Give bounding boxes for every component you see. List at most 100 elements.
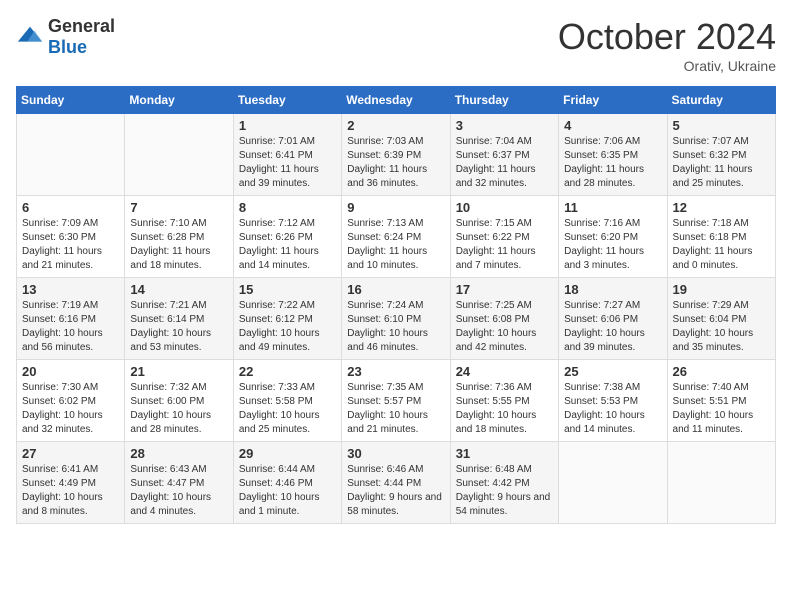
calendar-cell: 10 Sunrise: 7:15 AM Sunset: 6:22 PM Dayli… <box>450 196 558 278</box>
day-number: 15 <box>239 282 336 297</box>
logo-general: General <box>48 16 115 36</box>
logo-text: General Blue <box>48 16 115 58</box>
weekday-header: Tuesday <box>233 87 341 114</box>
day-number: 8 <box>239 200 336 215</box>
calendar-cell: 8 Sunrise: 7:12 AM Sunset: 6:26 PM Daylig… <box>233 196 341 278</box>
day-info: Sunrise: 6:44 AM Sunset: 4:46 PM Dayligh… <box>239 463 336 519</box>
day-info: Sunrise: 7:07 AM Sunset: 6:32 PM Dayligh… <box>673 135 770 191</box>
day-info: Sunrise: 7:22 AM Sunset: 6:12 PM Dayligh… <box>239 299 336 355</box>
day-number: 19 <box>673 282 770 297</box>
calendar-cell: 3 Sunrise: 7:04 AM Sunset: 6:37 PM Daylig… <box>450 114 558 196</box>
calendar-cell <box>17 114 125 196</box>
calendar-cell: 11 Sunrise: 7:16 AM Sunset: 6:20 PM Dayli… <box>559 196 667 278</box>
calendar-cell: 31 Sunrise: 6:48 AM Sunset: 4:42 PM Dayli… <box>450 442 558 524</box>
day-info: Sunrise: 7:35 AM Sunset: 5:57 PM Dayligh… <box>347 381 444 437</box>
day-number: 11 <box>564 200 661 215</box>
calendar-table: SundayMondayTuesdayWednesdayThursdayFrid… <box>16 86 776 524</box>
day-number: 23 <box>347 364 444 379</box>
calendar-week-row: 27 Sunrise: 6:41 AM Sunset: 4:49 PM Dayli… <box>17 442 776 524</box>
day-info: Sunrise: 7:09 AM Sunset: 6:30 PM Dayligh… <box>22 217 119 273</box>
day-info: Sunrise: 7:25 AM Sunset: 6:08 PM Dayligh… <box>456 299 553 355</box>
day-info: Sunrise: 7:19 AM Sunset: 6:16 PM Dayligh… <box>22 299 119 355</box>
day-info: Sunrise: 7:01 AM Sunset: 6:41 PM Dayligh… <box>239 135 336 191</box>
calendar-cell: 16 Sunrise: 7:24 AM Sunset: 6:10 PM Dayli… <box>342 278 450 360</box>
calendar-cell: 7 Sunrise: 7:10 AM Sunset: 6:28 PM Daylig… <box>125 196 233 278</box>
calendar-cell: 15 Sunrise: 7:22 AM Sunset: 6:12 PM Dayli… <box>233 278 341 360</box>
day-info: Sunrise: 7:06 AM Sunset: 6:35 PM Dayligh… <box>564 135 661 191</box>
day-info: Sunrise: 7:13 AM Sunset: 6:24 PM Dayligh… <box>347 217 444 273</box>
calendar-cell: 6 Sunrise: 7:09 AM Sunset: 6:30 PM Daylig… <box>17 196 125 278</box>
weekday-header: Friday <box>559 87 667 114</box>
day-info: Sunrise: 7:04 AM Sunset: 6:37 PM Dayligh… <box>456 135 553 191</box>
day-info: Sunrise: 7:03 AM Sunset: 6:39 PM Dayligh… <box>347 135 444 191</box>
day-info: Sunrise: 7:12 AM Sunset: 6:26 PM Dayligh… <box>239 217 336 273</box>
day-number: 12 <box>673 200 770 215</box>
logo-blue: Blue <box>48 37 87 57</box>
day-info: Sunrise: 7:36 AM Sunset: 5:55 PM Dayligh… <box>456 381 553 437</box>
calendar-cell: 20 Sunrise: 7:30 AM Sunset: 6:02 PM Dayli… <box>17 360 125 442</box>
weekday-header: Saturday <box>667 87 775 114</box>
day-info: Sunrise: 6:43 AM Sunset: 4:47 PM Dayligh… <box>130 463 227 519</box>
day-info: Sunrise: 7:15 AM Sunset: 6:22 PM Dayligh… <box>456 217 553 273</box>
weekday-header: Sunday <box>17 87 125 114</box>
calendar-body: 1 Sunrise: 7:01 AM Sunset: 6:41 PM Daylig… <box>17 114 776 524</box>
day-number: 18 <box>564 282 661 297</box>
calendar-cell: 14Sunrise: 7:21 AM Sunset: 6:14 PM Dayli… <box>125 278 233 360</box>
day-number: 31 <box>456 446 553 461</box>
calendar-cell: 4 Sunrise: 7:06 AM Sunset: 6:35 PM Daylig… <box>559 114 667 196</box>
calendar-week-row: 6 Sunrise: 7:09 AM Sunset: 6:30 PM Daylig… <box>17 196 776 278</box>
location-subtitle: Orativ, Ukraine <box>558 58 776 74</box>
day-info: Sunrise: 7:40 AM Sunset: 5:51 PM Dayligh… <box>673 381 770 437</box>
weekday-header: Thursday <box>450 87 558 114</box>
calendar-cell: 17 Sunrise: 7:25 AM Sunset: 6:08 PM Dayli… <box>450 278 558 360</box>
weekday-header: Wednesday <box>342 87 450 114</box>
day-info: Sunrise: 6:41 AM Sunset: 4:49 PM Dayligh… <box>22 463 119 519</box>
day-info: Sunrise: 7:21 AM Sunset: 6:14 PM Dayligh… <box>130 299 227 355</box>
calendar-cell <box>559 442 667 524</box>
day-info: Sunrise: 6:46 AM Sunset: 4:44 PM Dayligh… <box>347 463 444 519</box>
day-number: 20 <box>22 364 119 379</box>
day-number: 5 <box>673 118 770 133</box>
day-number: 4 <box>564 118 661 133</box>
month-title: October 2024 <box>558 16 776 58</box>
day-number: 16 <box>347 282 444 297</box>
day-number: 28 <box>130 446 227 461</box>
day-number: 2 <box>347 118 444 133</box>
calendar-cell: 26Sunrise: 7:40 AM Sunset: 5:51 PM Dayli… <box>667 360 775 442</box>
calendar-cell: 27 Sunrise: 6:41 AM Sunset: 4:49 PM Dayli… <box>17 442 125 524</box>
day-info: Sunrise: 7:30 AM Sunset: 6:02 PM Dayligh… <box>22 381 119 437</box>
calendar-week-row: 1 Sunrise: 7:01 AM Sunset: 6:41 PM Daylig… <box>17 114 776 196</box>
day-number: 10 <box>456 200 553 215</box>
day-info: Sunrise: 7:16 AM Sunset: 6:20 PM Dayligh… <box>564 217 661 273</box>
day-info: Sunrise: 7:32 AM Sunset: 6:00 PM Dayligh… <box>130 381 227 437</box>
calendar-cell: 2 Sunrise: 7:03 AM Sunset: 6:39 PM Daylig… <box>342 114 450 196</box>
weekday-row: SundayMondayTuesdayWednesdayThursdayFrid… <box>17 87 776 114</box>
calendar-cell: 1 Sunrise: 7:01 AM Sunset: 6:41 PM Daylig… <box>233 114 341 196</box>
day-number: 6 <box>22 200 119 215</box>
day-info: Sunrise: 6:48 AM Sunset: 4:42 PM Dayligh… <box>456 463 553 519</box>
day-number: 27 <box>22 446 119 461</box>
day-info: Sunrise: 7:27 AM Sunset: 6:06 PM Dayligh… <box>564 299 661 355</box>
day-number: 9 <box>347 200 444 215</box>
calendar-cell <box>125 114 233 196</box>
calendar-cell: 23 Sunrise: 7:35 AM Sunset: 5:57 PM Dayli… <box>342 360 450 442</box>
calendar-header: SundayMondayTuesdayWednesdayThursdayFrid… <box>17 87 776 114</box>
calendar-cell: 21Sunrise: 7:32 AM Sunset: 6:00 PM Dayli… <box>125 360 233 442</box>
calendar-week-row: 20 Sunrise: 7:30 AM Sunset: 6:02 PM Dayli… <box>17 360 776 442</box>
day-info: Sunrise: 7:24 AM Sunset: 6:10 PM Dayligh… <box>347 299 444 355</box>
calendar-cell: 29Sunrise: 6:44 AM Sunset: 4:46 PM Dayli… <box>233 442 341 524</box>
day-number: 3 <box>456 118 553 133</box>
calendar-cell: 28 Sunrise: 6:43 AM Sunset: 4:47 PM Dayli… <box>125 442 233 524</box>
day-number: 22 <box>239 364 336 379</box>
day-number: 17 <box>456 282 553 297</box>
calendar-cell: 9 Sunrise: 7:13 AM Sunset: 6:24 PM Daylig… <box>342 196 450 278</box>
calendar-cell: 5 Sunrise: 7:07 AM Sunset: 6:32 PM Daylig… <box>667 114 775 196</box>
day-number: 7 <box>130 200 227 215</box>
title-area: October 2024 Orativ, Ukraine <box>558 16 776 74</box>
day-number: 1 <box>239 118 336 133</box>
calendar-cell: 18 Sunrise: 7:27 AM Sunset: 6:06 PM Dayli… <box>559 278 667 360</box>
day-info: Sunrise: 7:10 AM Sunset: 6:28 PM Dayligh… <box>130 217 227 273</box>
day-info: Sunrise: 7:18 AM Sunset: 6:18 PM Dayligh… <box>673 217 770 273</box>
calendar-cell: 12 Sunrise: 7:18 AM Sunset: 6:18 PM Dayli… <box>667 196 775 278</box>
day-number: 24 <box>456 364 553 379</box>
